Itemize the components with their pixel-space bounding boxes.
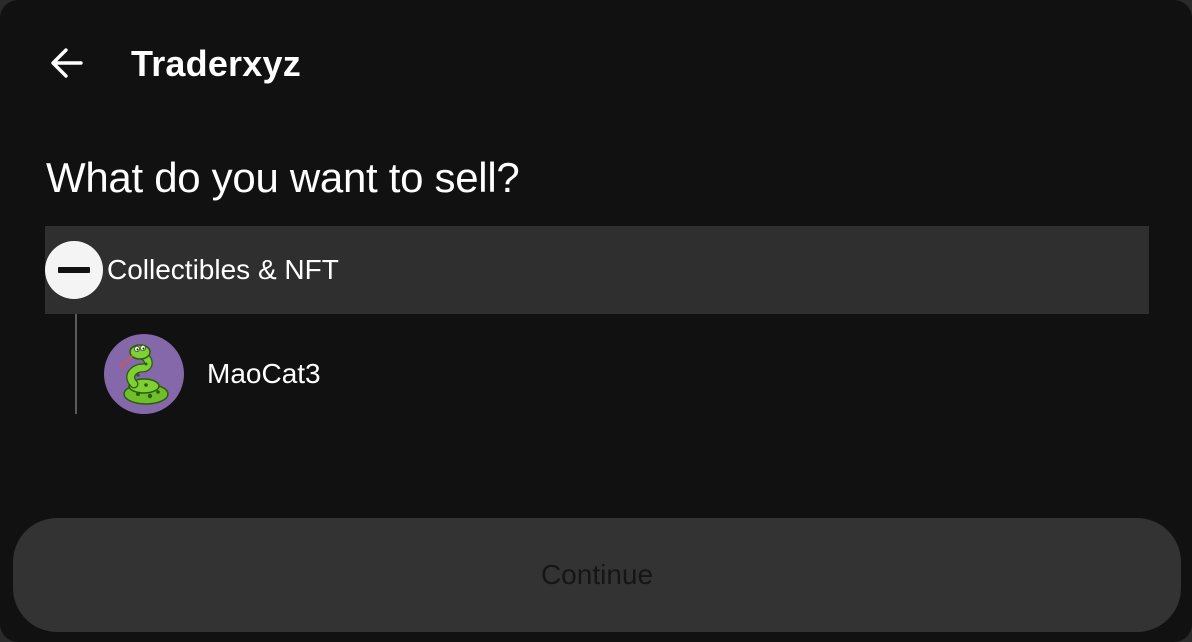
- page-title: Traderxyz: [131, 43, 301, 84]
- nft-name: MaoCat3: [207, 358, 321, 389]
- minus-circle-icon[interactable]: [45, 241, 103, 299]
- green-snake-avatar: [119, 344, 169, 405]
- category-row-collectibles-nft[interactable]: Collectibles & NFT: [45, 226, 1149, 314]
- minus-bar: [58, 267, 90, 273]
- back-button[interactable]: [44, 40, 90, 86]
- header: Traderxyz: [0, 0, 1192, 128]
- continue-label: Continue: [540, 559, 654, 590]
- category-label: Collectibles & NFT: [107, 254, 339, 285]
- nft-item-maocat3[interactable]: MaoCat3: [104, 334, 504, 414]
- continue-button[interactable]: Continue: [13, 518, 1181, 632]
- arrow-left-icon: [51, 48, 83, 78]
- question-heading: What do you want to sell?: [46, 154, 520, 201]
- tree-connector-line: [75, 314, 77, 414]
- nft-avatar: [104, 334, 184, 414]
- trade-panel: Traderxyz What do you want to sell? Coll…: [0, 0, 1192, 642]
